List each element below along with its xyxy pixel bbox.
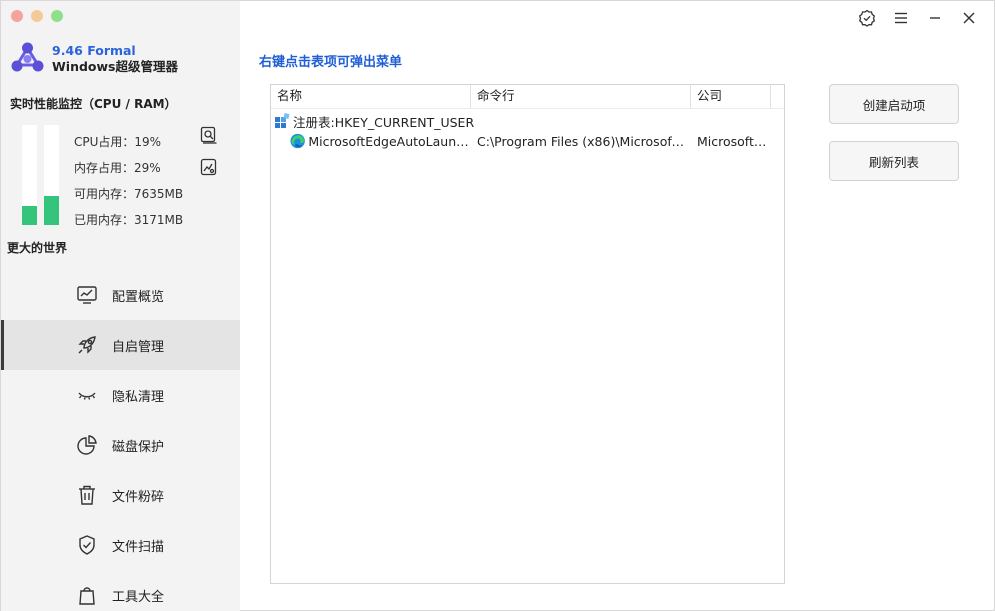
app-logo-icon [11, 42, 44, 72]
trash-icon [79, 485, 95, 505]
sidebar-item-config-overview[interactable]: 配置概览 [1, 270, 240, 320]
context-menu-hint: 右键点击表项可弹出菜单 [259, 55, 403, 70]
edge-browser-icon [290, 133, 305, 149]
registry-group-row[interactable]: 注册表:HKEY_CURRENT_USER [274, 110, 474, 132]
row-company: Microsoft Corporation [697, 133, 767, 149]
hamburger-menu-icon [895, 12, 907, 24]
startup-list[interactable]: 名称 命令行 公司 注册表:HKEY_CURRENT_USER Microsof… [270, 84, 785, 584]
close-icon [963, 12, 975, 24]
sidebar-item-label: 文件粉碎 [112, 489, 165, 505]
column-header-command[interactable]: 命令行 [471, 85, 691, 109]
sidebar-item-label: 磁盘保护 [112, 439, 165, 455]
row-name: MicrosoftEdgeAutoLaunch_ [308, 133, 470, 149]
table-row[interactable]: MicrosoftEdgeAutoLaunch_ C:\Program File… [271, 130, 784, 152]
memory-usage-text: 内存占用：29% [74, 161, 161, 175]
closed-eye-icon [78, 392, 96, 400]
app-window: 9.46 Formal Windows超级管理器 实时性能监控（CPU / RA… [0, 0, 995, 611]
sidebar-item-label: 文件扫描 [112, 539, 165, 555]
shield-check-icon [79, 535, 95, 555]
create-startup-button[interactable]: 创建启动项 [829, 84, 959, 124]
sidebar-item-file-shred[interactable]: 文件粉碎 [1, 470, 240, 520]
memory-usage-bar [44, 125, 59, 225]
sidebar-item-disk-protect[interactable]: 磁盘保护 [1, 420, 240, 470]
memory-usage-fill [44, 196, 59, 225]
verified-badge-icon [858, 9, 876, 27]
sidebar-item-label: 自启管理 [112, 339, 165, 355]
sidebar-nav: 配置概览 自启管理 隐私清理 磁盘保护 文件粉碎 文件扫描 工具大全 [1, 270, 240, 611]
titlebar-controls [850, 7, 986, 29]
sidebar-item-toolbox[interactable]: 工具大全 [1, 570, 240, 611]
minimize-button[interactable] [918, 7, 952, 29]
cpu-usage-text: CPU占用：19% [74, 135, 162, 149]
window-traffic-lights [11, 10, 63, 22]
column-header-company[interactable]: 公司 [691, 85, 771, 109]
sidebar-item-label: 配置概览 [112, 289, 165, 305]
close-dot-button[interactable] [11, 10, 23, 22]
monitor-chart-icon [77, 286, 97, 304]
used-memory-text: 已用内存：3171MB [74, 213, 184, 227]
rocket-icon [78, 336, 96, 354]
sidebar-item-file-scan[interactable]: 文件扫描 [1, 520, 240, 570]
cpu-usage-bar [22, 125, 37, 225]
available-memory-text: 可用内存：7635MB [74, 187, 184, 201]
image-report-icon[interactable] [200, 158, 218, 176]
registry-icon [275, 113, 290, 128]
list-header: 名称 命令行 公司 [271, 85, 784, 109]
search-report-icon[interactable] [200, 126, 218, 144]
bag-icon [79, 587, 95, 605]
close-button[interactable] [952, 7, 986, 29]
sidebar-item-label: 隐私清理 [112, 389, 165, 405]
column-header-name[interactable]: 名称 [271, 85, 471, 109]
app-name: Windows超级管理器 [52, 58, 178, 74]
refresh-list-button[interactable]: 刷新列表 [829, 141, 959, 181]
sidebar-item-label: 工具大全 [112, 589, 165, 605]
menu-button[interactable] [884, 7, 918, 29]
row-command: C:\Program Files (x86)\Microsoft\Edge\Ap… [477, 133, 685, 149]
minimize-icon [930, 17, 940, 19]
verified-button[interactable] [850, 7, 884, 29]
registry-group-label: 注册表:HKEY_CURRENT_USER [293, 114, 475, 130]
sidebar-item-privacy-clean[interactable]: 隐私清理 [1, 370, 240, 420]
sidebar: 9.46 Formal Windows超级管理器 实时性能监控（CPU / RA… [1, 1, 240, 611]
brand: 9.46 Formal Windows超级管理器 [10, 41, 178, 76]
maximize-dot-button[interactable] [51, 10, 63, 22]
slogan: 更大的世界 [7, 241, 68, 255]
app-version: 9.46 Formal [52, 42, 136, 58]
minimize-dot-button[interactable] [31, 10, 43, 22]
pie-chart-icon [77, 435, 97, 455]
cpu-usage-fill [22, 206, 37, 225]
sidebar-item-startup-manager[interactable]: 自启管理 [1, 320, 240, 370]
perf-monitor-title: 实时性能监控（CPU / RAM） [10, 97, 177, 111]
